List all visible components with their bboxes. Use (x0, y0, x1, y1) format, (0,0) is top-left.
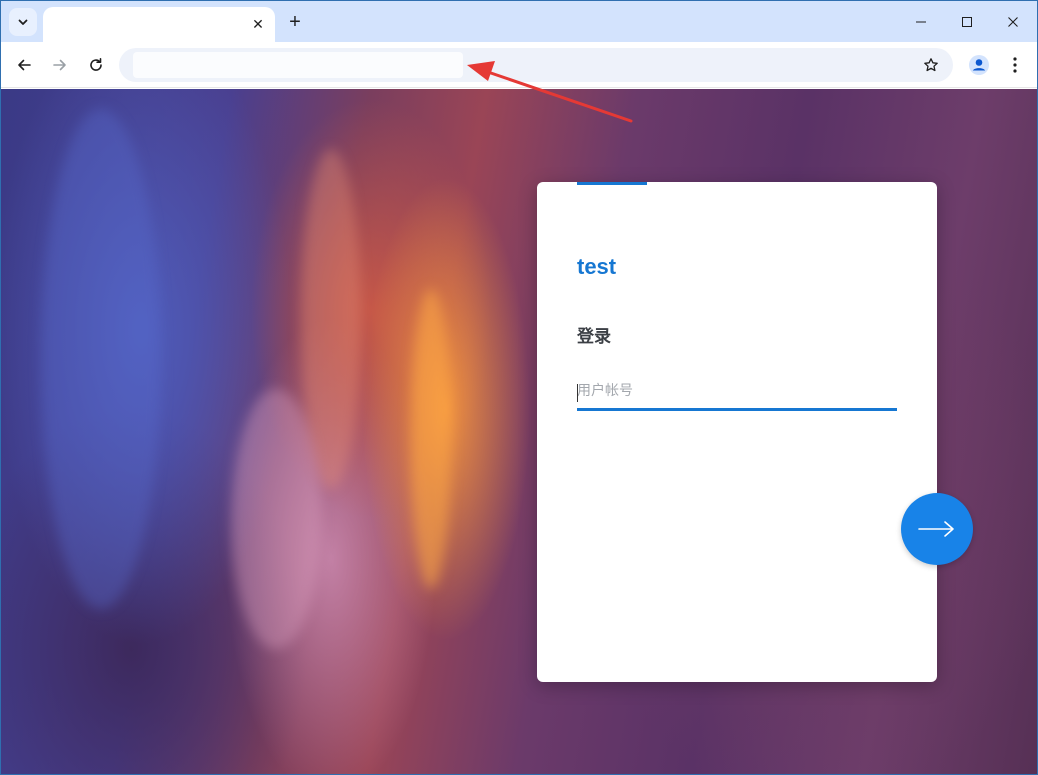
address-input[interactable] (133, 52, 463, 78)
background-streak (231, 389, 321, 649)
profile-button[interactable] (965, 51, 993, 79)
address-bar[interactable] (119, 48, 953, 82)
tab-close-button[interactable]: ✕ (249, 15, 267, 33)
tab-strip: ✕ + (1, 1, 1037, 42)
reload-button[interactable] (81, 50, 111, 80)
more-vertical-icon (1013, 57, 1017, 73)
browser-tab[interactable]: ✕ (43, 7, 275, 42)
browser-window: ✕ + test 登录 用户帐号 (0, 0, 1038, 775)
star-icon (924, 58, 938, 72)
profile-icon (969, 55, 989, 75)
minimize-icon (916, 21, 926, 23)
close-icon (1008, 17, 1018, 27)
arrow-right-icon (918, 521, 954, 537)
next-button[interactable] (901, 493, 973, 565)
tab-search-button[interactable] (9, 8, 37, 36)
account-input[interactable] (577, 377, 897, 411)
page-background: test 登录 (1, 89, 1037, 774)
login-card: test 登录 (537, 182, 937, 682)
forward-button[interactable] (45, 50, 75, 80)
bookmark-button[interactable] (919, 53, 943, 77)
brand-name: test (577, 254, 617, 279)
text-cursor (577, 384, 578, 402)
new-tab-button[interactable]: + (283, 10, 307, 34)
browser-toolbar (1, 42, 1037, 88)
browser-menu-button[interactable] (1001, 51, 1029, 79)
window-minimize-button[interactable] (899, 7, 943, 37)
window-close-button[interactable] (991, 7, 1035, 37)
plus-icon: + (289, 10, 301, 33)
window-maximize-button[interactable] (945, 7, 989, 37)
maximize-icon (962, 17, 972, 27)
reload-icon (90, 58, 102, 71)
forward-icon (53, 59, 66, 71)
card-accent-bar (577, 182, 647, 185)
back-icon (18, 59, 31, 71)
background-streak (411, 289, 451, 589)
close-icon: ✕ (252, 15, 264, 32)
chevron-down-icon (18, 19, 28, 25)
background-streak (41, 109, 161, 609)
login-title: 登录 (577, 327, 611, 347)
back-button[interactable] (9, 50, 39, 80)
